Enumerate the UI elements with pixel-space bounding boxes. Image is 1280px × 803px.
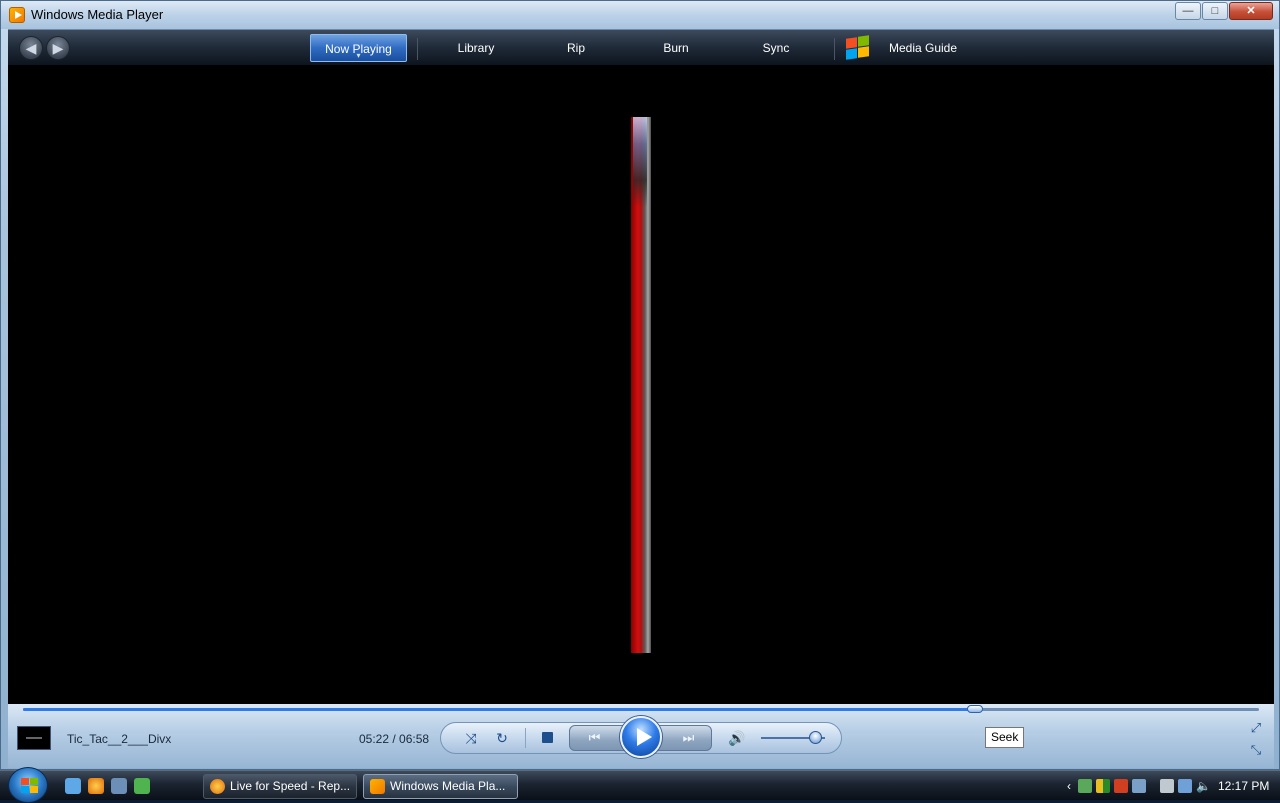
back-button[interactable]: ◀	[19, 36, 43, 60]
album-art-thumbnail[interactable]	[17, 726, 51, 750]
time-display[interactable]: 05:22 / 06:58	[359, 732, 429, 746]
tab-divider	[417, 38, 418, 60]
tab-library[interactable]: Library	[436, 34, 516, 62]
speaker-icon[interactable]: 🔊	[727, 729, 747, 747]
track-name: Tic_Tac__2___Divx	[67, 732, 172, 746]
tab-sync[interactable]: Sync	[736, 34, 816, 62]
playback-controls-bar: Tic_Tac__2___Divx 05:22 / 06:58 ⤨ ↻ ⏮ ⏭ …	[8, 704, 1274, 768]
tab-now-playing[interactable]: Now Playing	[310, 34, 407, 62]
windows-logo-icon	[844, 35, 872, 61]
navigation-bar: ◀ ▶ Now Playing Library Rip Burn Sync Me…	[8, 29, 1274, 65]
control-divider	[525, 728, 526, 748]
firefox-icon	[210, 779, 225, 794]
tray-app-icon[interactable]	[1114, 779, 1128, 793]
tab-divider	[834, 38, 835, 60]
safely-remove-icon[interactable]	[1160, 779, 1174, 793]
repeat-icon[interactable]: ↻	[492, 729, 512, 747]
seek-bar[interactable]	[23, 705, 1259, 713]
shuffle-icon[interactable]: ⤨	[461, 729, 481, 747]
media-player-icon	[9, 7, 25, 23]
close-button[interactable]: ✕	[1229, 2, 1273, 20]
full-screen-icon[interactable]: ⤢	[1248, 720, 1264, 736]
tray-app-icon[interactable]	[1132, 779, 1146, 793]
media-player-icon	[370, 779, 385, 794]
taskbar-item-live-for-speed[interactable]: Live for Speed - Rep...	[203, 774, 357, 799]
video-display[interactable]	[8, 65, 1274, 704]
play-icon[interactable]	[620, 716, 662, 758]
taskbar: Live for Speed - Rep... Windows Media Pl…	[0, 767, 1280, 803]
tray-app-icon[interactable]	[1096, 779, 1110, 793]
arrow-left-icon: ◀	[25, 40, 37, 56]
media-player-window: Windows Media Player — □ ✕ ◀ ▶ Now Playi…	[0, 0, 1280, 770]
taskbar-item-media-player[interactable]: Windows Media Pla...	[363, 774, 518, 799]
stop-icon[interactable]	[542, 732, 553, 743]
tab-rip[interactable]: Rip	[536, 34, 616, 62]
volume-icon[interactable]: 🔈	[1196, 779, 1211, 793]
tray-expand-icon[interactable]: ‹	[1062, 779, 1076, 793]
tab-media-guide[interactable]: Media Guide	[880, 34, 966, 62]
taskbar-item-label: Live for Speed - Rep...	[230, 779, 351, 793]
maximize-button[interactable]: □	[1202, 2, 1228, 20]
next-icon[interactable]: ⏭	[672, 728, 702, 748]
network-icon[interactable]	[1178, 779, 1192, 793]
show-desktop-icon[interactable]	[111, 778, 127, 794]
start-button[interactable]	[8, 767, 48, 803]
network-user-icon[interactable]	[1078, 779, 1092, 793]
window-title: Windows Media Player	[31, 7, 164, 22]
previous-icon[interactable]: ⏮	[578, 728, 608, 748]
messenger-icon[interactable]	[134, 778, 150, 794]
view-toggles: ⤢ ⤡	[1248, 720, 1264, 764]
ie-icon[interactable]	[65, 778, 81, 794]
arrow-right-icon: ▶	[52, 40, 64, 56]
taskbar-item-label: Windows Media Pla...	[390, 779, 506, 793]
clock[interactable]: 12:17 PM	[1218, 779, 1269, 793]
seek-thumb[interactable]	[966, 705, 983, 713]
firefox-icon[interactable]	[88, 778, 104, 794]
seek-tooltip: Seek	[985, 727, 1025, 748]
window-controls: — □ ✕	[1175, 2, 1273, 20]
minimize-button[interactable]: —	[1175, 2, 1201, 20]
mini-player-icon[interactable]: ⤡	[1248, 742, 1264, 758]
tab-burn[interactable]: Burn	[636, 34, 716, 62]
seek-progress	[23, 708, 975, 711]
forward-button[interactable]: ▶	[46, 36, 70, 60]
video-frame-image	[631, 117, 651, 653]
title-bar[interactable]: Windows Media Player — □ ✕	[1, 1, 1279, 29]
